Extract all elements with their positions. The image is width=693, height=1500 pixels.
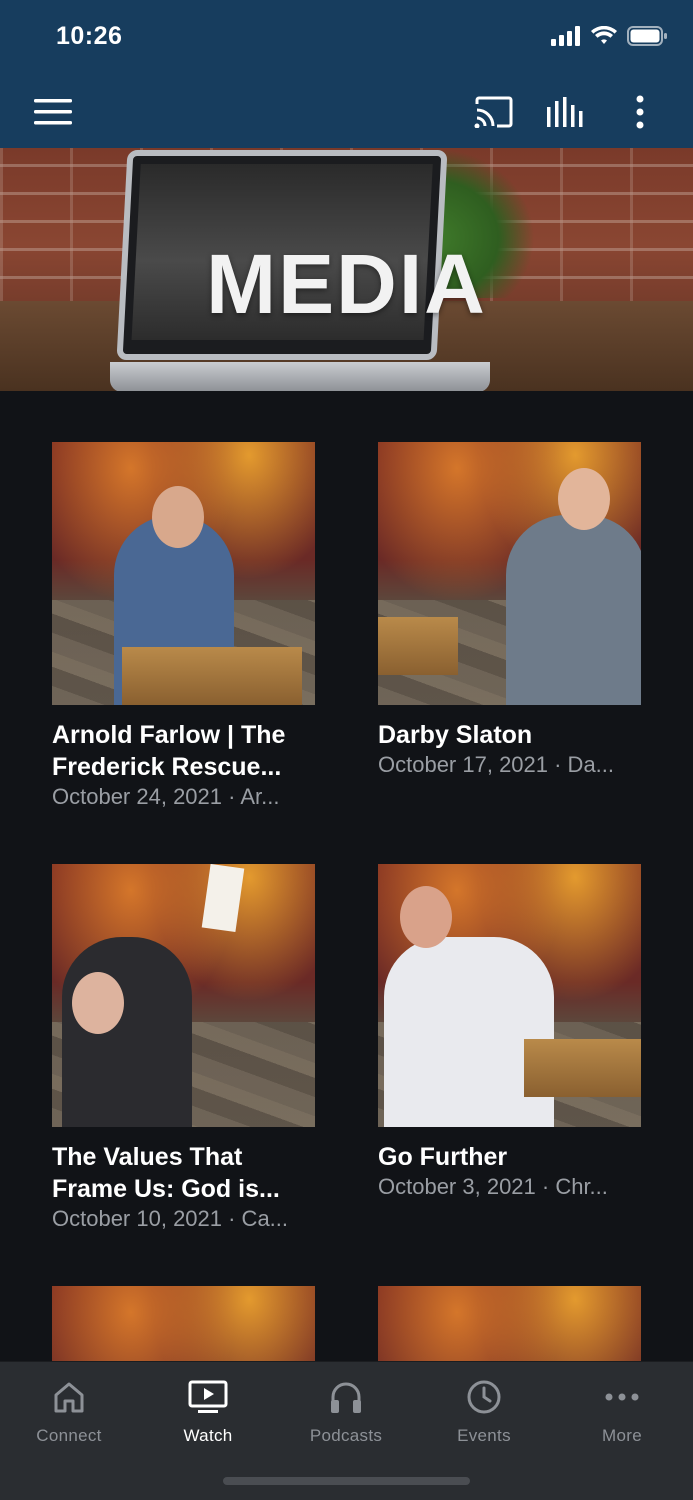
speaker-head xyxy=(400,886,452,948)
sermon-card[interactable]: Arnold Farlow | The Frederick Rescue... … xyxy=(52,442,315,811)
sermon-thumbnail[interactable] xyxy=(52,1286,315,1361)
tab-label: Podcasts xyxy=(309,1426,383,1445)
paper-prop xyxy=(201,864,245,933)
sermon-thumbnail[interactable] xyxy=(52,864,315,1127)
hero-title: MEDIA xyxy=(206,237,487,331)
hero-banner: MEDIA xyxy=(0,148,693,391)
speaker-head xyxy=(152,486,204,548)
sermon-subtitle: October 17, 2021 · Da... xyxy=(378,752,615,777)
tab-podcasts[interactable]: Podcasts xyxy=(291,1376,401,1446)
sermon-grid[interactable]: Arnold Farlow | The Frederick Rescue... … xyxy=(0,391,693,1361)
sermon-subtitle: October 3, 2021 · Chr... xyxy=(378,1174,608,1199)
sermon-thumbnail[interactable] xyxy=(378,442,641,705)
sermon-title[interactable]: The Values That Frame Us: God is... xyxy=(52,1141,315,1205)
sermon-thumbnail[interactable] xyxy=(52,442,315,705)
tab-watch[interactable]: Watch xyxy=(153,1376,263,1446)
speaker-head xyxy=(558,468,610,530)
sermon-title[interactable]: Go Further xyxy=(378,1141,641,1173)
equalizer-icon xyxy=(547,97,583,127)
tv-play-icon xyxy=(188,1380,228,1413)
lectern xyxy=(122,647,302,705)
more-horizontal-icon xyxy=(605,1393,639,1401)
sermon-subtitle: October 10, 2021 · Ca... xyxy=(52,1206,289,1231)
sermon-card[interactable] xyxy=(52,1286,315,1361)
tab-label: More xyxy=(602,1426,642,1445)
cast-button[interactable] xyxy=(470,90,516,134)
tab-more[interactable]: More xyxy=(567,1376,677,1446)
more-vertical-icon xyxy=(636,95,644,129)
audio-button[interactable] xyxy=(543,90,589,134)
laptop-base xyxy=(110,362,490,391)
status-bar: 10:26 xyxy=(0,0,693,76)
sermon-card[interactable]: The Values That Frame Us: God is... Octo… xyxy=(52,864,315,1233)
lectern xyxy=(524,1039,641,1097)
speaker-figure xyxy=(384,937,554,1127)
tab-label: Events xyxy=(457,1426,511,1445)
sermon-thumbnail[interactable] xyxy=(378,1286,641,1361)
sermon-thumbnail[interactable] xyxy=(378,864,641,1127)
wifi-icon xyxy=(591,25,617,51)
home-icon xyxy=(54,1382,84,1413)
more-options-button[interactable] xyxy=(617,90,663,134)
cast-icon xyxy=(474,96,513,128)
speaker-figure xyxy=(506,515,641,705)
sermon-title[interactable]: Darby Slaton xyxy=(378,719,641,751)
speaker-figure xyxy=(62,937,192,1127)
status-icons xyxy=(551,25,667,51)
sermon-title[interactable]: Arnold Farlow | The Frederick Rescue... xyxy=(52,719,315,783)
lectern xyxy=(378,617,458,675)
tab-label: Watch xyxy=(183,1426,233,1445)
clock-icon xyxy=(467,1380,501,1414)
home-indicator[interactable] xyxy=(223,1477,470,1485)
tab-events[interactable]: Events xyxy=(429,1376,539,1446)
tab-connect[interactable]: Connect xyxy=(14,1376,124,1446)
sermon-card[interactable]: Darby Slaton October 17, 2021 · Da... xyxy=(378,442,641,779)
sermon-subtitle: October 24, 2021 · Ar... xyxy=(52,784,280,809)
headphones-icon xyxy=(331,1382,361,1413)
battery-icon xyxy=(627,26,667,51)
app-bar xyxy=(0,76,693,148)
signal-icon xyxy=(551,26,581,51)
speaker-head xyxy=(72,972,124,1034)
tab-label: Connect xyxy=(36,1426,102,1445)
menu-icon xyxy=(34,99,72,125)
status-time: 10:26 xyxy=(56,22,123,50)
sermon-card[interactable]: Go Further October 3, 2021 · Chr... xyxy=(378,864,641,1201)
sermon-card[interactable] xyxy=(378,1286,641,1361)
menu-button[interactable] xyxy=(30,90,76,134)
